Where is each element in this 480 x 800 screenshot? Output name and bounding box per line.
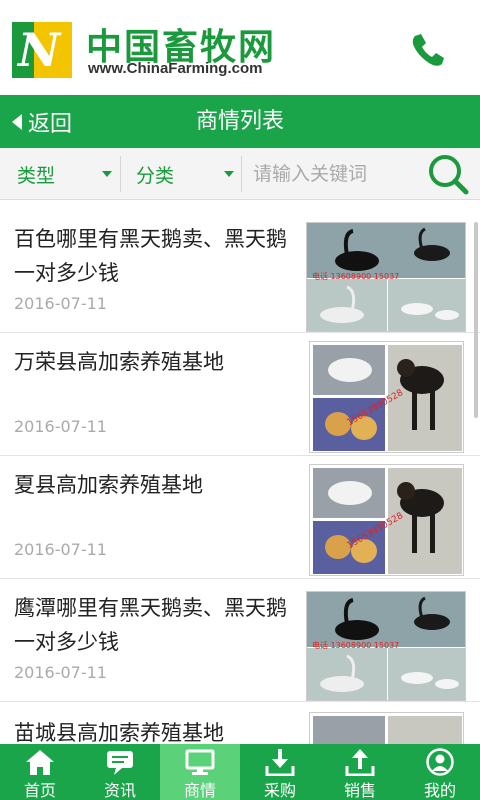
category-dropdown-label: 分类 — [136, 164, 175, 187]
tab-profile[interactable]: 我的 — [400, 744, 480, 800]
category-dropdown[interactable]: 分类 — [121, 148, 241, 200]
bottom-tab-bar: 首页 资讯 商情 采购 销售 我的 — [0, 744, 480, 800]
tab-label: 销售 — [343, 781, 376, 800]
item-title: 万荣县高加索养殖基地 — [14, 350, 224, 374]
logo-url: www.ChinaFarming.com — [88, 60, 263, 77]
list-item[interactable]: 万荣县高加索养殖基地 2016-07-11 15653990528 — [0, 333, 480, 456]
tab-news[interactable]: 资讯 — [80, 744, 160, 800]
scrollbar[interactable] — [474, 222, 478, 418]
item-title: 百色哪里有黑天鹅卖、黑天鹅一对多少钱 — [14, 227, 287, 285]
search-button[interactable] — [426, 152, 470, 196]
list-item[interactable]: 鹰潭哪里有黑天鹅卖、黑天鹅一对多少钱 2016-07-11 电话 1360890… — [0, 579, 480, 702]
type-dropdown[interactable]: 类型 — [0, 148, 120, 200]
listing: 百色哪里有黑天鹅卖、黑天鹅一对多少钱 2016-07-11 电话 1360890… — [0, 210, 480, 744]
tab-label: 采购 — [263, 781, 296, 800]
item-date: 2016-07-11 — [14, 540, 107, 559]
list-item[interactable]: 夏县高加索养殖基地 2016-07-11 15653990528 — [0, 456, 480, 579]
user-icon — [426, 748, 454, 776]
monitor-icon — [185, 749, 215, 775]
phone-icon[interactable] — [405, 28, 449, 72]
svg-text:电话 13608900 15037: 电话 13608900 15037 — [312, 640, 399, 650]
list-item[interactable]: 百色哪里有黑天鹅卖、黑天鹅一对多少钱 2016-07-11 电话 1360890… — [0, 210, 480, 333]
nav-bar: 商情列表 返回 — [0, 95, 480, 148]
item-date: 2016-07-11 — [14, 663, 107, 682]
caucasian-dog-photo: 15653990528 — [309, 341, 464, 453]
home-icon — [26, 750, 54, 775]
item-title: 夏县高加索养殖基地 — [14, 473, 203, 497]
divider — [241, 156, 242, 192]
tab-label: 首页 — [23, 781, 56, 800]
back-arrow-icon — [12, 113, 22, 130]
app-header: N 中国畜牧网 www.ChinaFarming.com — [0, 0, 480, 95]
caucasian-dog-photo — [309, 712, 464, 744]
back-button[interactable]: 返回 — [12, 95, 72, 148]
search-input[interactable] — [253, 158, 418, 190]
tab-label: 资讯 — [103, 781, 136, 800]
type-dropdown-label: 类型 — [17, 164, 56, 187]
tab-market[interactable]: 商情 — [160, 744, 240, 800]
black-swan-photo: 电话 13608900 15037 — [306, 591, 466, 701]
back-label: 返回 — [28, 111, 73, 137]
black-swan-photo: 电话 13608900 15037 — [306, 222, 466, 332]
chevron-down-icon — [102, 171, 112, 177]
download-icon — [265, 749, 295, 776]
chat-icon — [107, 751, 133, 775]
chevron-down-icon — [224, 171, 234, 177]
upload-icon — [345, 749, 375, 776]
item-title: 鹰潭哪里有黑天鹅卖、黑天鹅一对多少钱 — [14, 596, 287, 654]
filter-bar: 类型 分类 — [0, 148, 480, 200]
tab-label: 商情 — [183, 781, 216, 800]
item-date: 2016-07-11 — [14, 417, 107, 436]
logo-mark: N — [12, 22, 72, 78]
item-title: 苗城县高加索养殖基地 — [14, 721, 224, 744]
search-icon — [429, 155, 469, 195]
list-item[interactable]: 苗城县高加索养殖基地 — [0, 702, 480, 744]
svg-text:电话 13608900 15037: 电话 13608900 15037 — [312, 271, 399, 281]
tab-label: 我的 — [423, 781, 456, 800]
tab-sales[interactable]: 销售 — [320, 744, 400, 800]
tab-purchase[interactable]: 采购 — [240, 744, 320, 800]
tab-home[interactable]: 首页 — [0, 744, 80, 800]
item-date: 2016-07-11 — [14, 294, 107, 313]
caucasian-dog-photo: 15653990528 — [309, 464, 464, 576]
